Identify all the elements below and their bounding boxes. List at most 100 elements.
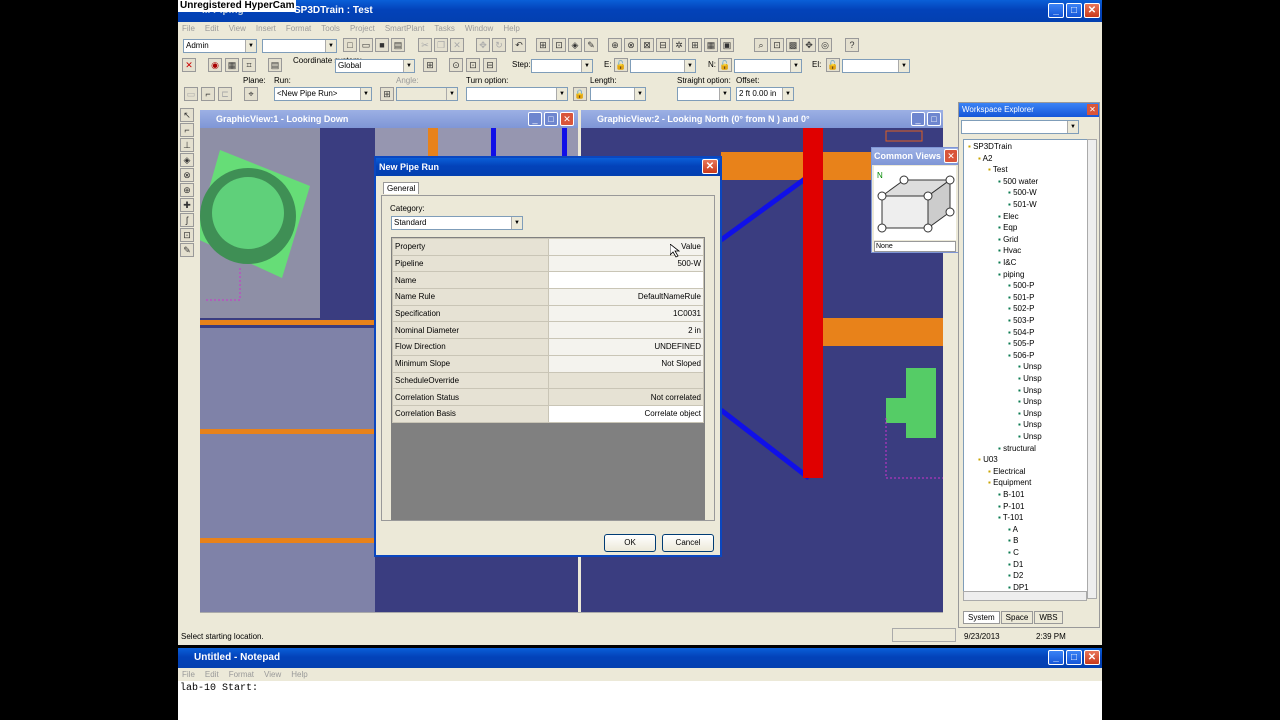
tree-node[interactable]: ▪ D2 xyxy=(1008,571,1023,580)
tree-node[interactable]: ▪ T-101 xyxy=(998,513,1023,522)
pipeline-value[interactable]: 500-W xyxy=(548,254,704,273)
property-row[interactable]: Name Rule DefaultNameRule xyxy=(392,288,704,306)
notepad-menu-edit[interactable]: Edit xyxy=(205,670,219,679)
locate-icon[interactable]: ◉ xyxy=(208,58,222,72)
tree-node[interactable]: ▪ Equipment xyxy=(988,478,1031,487)
view1-minimize-button[interactable]: _ xyxy=(528,112,542,126)
step-select[interactable]: ▼ xyxy=(531,59,593,73)
insert-specialty-icon[interactable]: ⊗ xyxy=(180,168,194,182)
e-lock-icon[interactable]: 🔓 xyxy=(614,58,628,72)
notepad-menu-format[interactable]: Format xyxy=(229,670,254,679)
open-icon[interactable]: ▭ xyxy=(359,38,373,52)
tree-node[interactable]: ▪ Unsp xyxy=(1018,374,1042,383)
select-icon[interactable]: ⊞ xyxy=(536,38,550,52)
cut-icon[interactable]: ✂ xyxy=(418,38,432,52)
correlation-basis-value[interactable]: Correlate object xyxy=(548,404,704,423)
insert-icon[interactable]: ⊏ xyxy=(218,87,232,101)
tree-node[interactable]: ▪ Eqp xyxy=(998,223,1017,232)
view-5-icon[interactable]: ✲ xyxy=(672,38,686,52)
properties-icon[interactable]: ▤ xyxy=(268,58,282,72)
tree-node[interactable]: ▪ piping xyxy=(998,270,1024,279)
tree-node[interactable]: ▪ Hvac xyxy=(998,246,1021,255)
spool-icon[interactable]: ✎ xyxy=(180,243,194,257)
insert-tap-icon[interactable]: ⊕ xyxy=(180,183,194,197)
property-row[interactable]: Flow Direction UNDEFINED xyxy=(392,338,704,356)
name-value[interactable] xyxy=(548,271,704,290)
view2-maximize-button[interactable]: □ xyxy=(927,112,941,126)
tree-node[interactable]: ▪ Electrical xyxy=(988,467,1026,476)
minimize-button[interactable]: _ xyxy=(1048,3,1064,18)
notepad-text-area[interactable]: lab-10 Start: xyxy=(180,683,258,694)
tree-hscrollbar[interactable] xyxy=(963,591,1087,601)
property-row[interactable]: Specification 1C0031 xyxy=(392,304,704,323)
notepad-close-button[interactable]: ✕ xyxy=(1084,650,1100,665)
select-tool-icon[interactable]: ↖ xyxy=(180,108,194,122)
pencil-icon[interactable]: ✎ xyxy=(584,38,598,52)
turn-option-select[interactable]: ▼ xyxy=(466,87,568,101)
flow-direction-value[interactable]: UNDEFINED xyxy=(548,338,704,356)
menu-tasks[interactable]: Tasks xyxy=(434,24,454,33)
name-rule-value[interactable]: DefaultNameRule xyxy=(548,288,704,306)
tree-node[interactable]: ▪ Unsp xyxy=(1018,362,1042,371)
property-row[interactable]: Name xyxy=(392,271,704,290)
tree-node[interactable]: ▪ I&C xyxy=(998,258,1016,267)
angle-field[interactable]: ▼ xyxy=(396,87,458,101)
menu-smartplant[interactable]: SmartPlant xyxy=(385,24,425,33)
orbit-icon[interactable]: ◎ xyxy=(818,38,832,52)
save-icon[interactable]: ■ xyxy=(375,38,389,52)
pan-icon[interactable]: ✥ xyxy=(802,38,816,52)
tree-node[interactable]: ▪ 502-P xyxy=(1008,304,1034,313)
straight-option-select[interactable]: ▼ xyxy=(677,87,731,101)
notepad-minimize-button[interactable]: _ xyxy=(1048,650,1064,665)
plane-select-icon[interactable]: ⌖ xyxy=(244,87,258,101)
zoom-area-icon[interactable]: ⊡ xyxy=(770,38,784,52)
run-select[interactable]: <New Pipe Run> ▼ xyxy=(274,87,372,101)
rotate-icon[interactable]: ↻ xyxy=(492,38,506,52)
view1-maximize-button[interactable]: □ xyxy=(544,112,558,126)
print-icon[interactable]: ▤ xyxy=(391,38,405,52)
property-row[interactable]: Correlation Basis Correlate object xyxy=(392,404,704,423)
tree-node[interactable]: ▪ structural xyxy=(998,444,1036,453)
property-row[interactable]: Correlation Status Not correlated xyxy=(392,388,704,406)
tree-node[interactable]: ▪ 500 water xyxy=(998,177,1038,186)
notepad-menu-file[interactable]: File xyxy=(182,670,195,679)
tree-node[interactable]: ▪ 500-P xyxy=(1008,281,1034,290)
length-field[interactable]: ▼ xyxy=(590,87,646,101)
notepad-maximize-button[interactable]: □ xyxy=(1066,650,1082,665)
property-row[interactable]: Nominal Diameter 2 in xyxy=(392,321,704,340)
menu-format[interactable]: Format xyxy=(286,24,311,33)
menu-edit[interactable]: Edit xyxy=(205,24,219,33)
schedule-override-value[interactable] xyxy=(548,371,704,390)
permission-select[interactable]: Admin ▼ xyxy=(183,39,257,53)
tab-wbs[interactable]: WBS xyxy=(1034,611,1063,624)
route-pipe-tool-icon[interactable]: ⌐ xyxy=(180,123,194,137)
view-8-icon[interactable]: ▣ xyxy=(720,38,734,52)
tree-node[interactable]: ▪ A2 xyxy=(978,154,992,163)
tab-system[interactable]: System xyxy=(963,611,1000,624)
view1-close-button[interactable]: ✕ xyxy=(560,112,574,126)
insert-feature-icon[interactable]: ◈ xyxy=(180,153,194,167)
n-coordinate-field[interactable]: ▼ xyxy=(734,59,802,73)
menu-help[interactable]: Help xyxy=(503,24,519,33)
view-6-icon[interactable]: ⊞ xyxy=(688,38,702,52)
tree-node[interactable]: ▪ A xyxy=(1008,525,1018,534)
tree-node[interactable]: ▪ B xyxy=(1008,536,1018,545)
view-2-icon[interactable]: ⊗ xyxy=(624,38,638,52)
menu-window[interactable]: Window xyxy=(465,24,493,33)
specification-value[interactable]: 1C0031 xyxy=(548,304,704,323)
tree-node[interactable]: ▪ Unsp xyxy=(1018,409,1042,418)
new-icon[interactable]: □ xyxy=(343,38,357,52)
insert-support-icon[interactable]: ⊡ xyxy=(180,228,194,242)
common-views-cube-icon[interactable]: N xyxy=(874,166,956,240)
run-properties-icon[interactable]: ⊞ xyxy=(380,87,394,101)
tree-node[interactable]: ▪ Unsp xyxy=(1018,420,1042,429)
notepad-menu-help[interactable]: Help xyxy=(291,670,307,679)
minimum-slope-value[interactable]: Not Sloped xyxy=(548,354,704,373)
workspace-filter-select[interactable]: ▼ xyxy=(961,120,1079,134)
category-select[interactable]: Standard ▼ xyxy=(391,216,523,230)
filter-select[interactable]: ▼ xyxy=(262,39,337,53)
coordinate-icon[interactable]: ⊞ xyxy=(423,58,437,72)
copy-icon[interactable]: ❐ xyxy=(434,38,448,52)
tree-node[interactable]: ▪ C xyxy=(1008,548,1019,557)
undo-icon[interactable]: ↶ xyxy=(512,38,526,52)
